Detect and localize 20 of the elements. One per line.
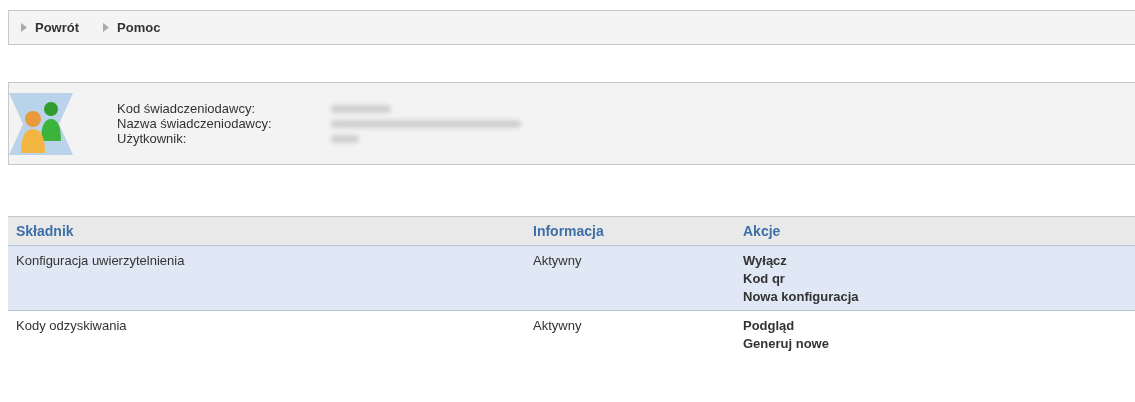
triangle-icon (21, 23, 27, 32)
table-cell-text: Konfiguracja uwierzytelnienia (15, 252, 186, 270)
nav-link[interactable]: Powrót (21, 17, 80, 38)
column-header: Akcje (742, 221, 782, 241)
table-cell-text: Aktywny (532, 317, 583, 335)
table-cell-text: Kody odzyskiwania (15, 317, 128, 335)
column-header: Składnik (15, 221, 75, 241)
action-link[interactable]: Podgląd (743, 317, 795, 335)
action-link[interactable]: Generuj nowe (743, 335, 829, 353)
action-link[interactable]: Kod qr (743, 270, 785, 288)
table-row[interactable]: Konfiguracja uwierzytelnienia Aktywny Wyłącz Kod qr Nowa konfiguracja (8, 245, 1135, 310)
action-link[interactable]: Nowa konfiguracja (743, 288, 859, 306)
nav-link[interactable]: Pomoc (103, 17, 161, 38)
table-cell-text: Aktywny (532, 252, 583, 270)
action-link[interactable]: Wyłącz (743, 252, 787, 270)
field-label: Użytkownik: (117, 131, 188, 146)
column-header: Informacja (532, 221, 605, 241)
triangle-icon (103, 23, 110, 32)
field-label: Nazwa świadczeniodawcy: (117, 116, 273, 131)
field-label: Kod świadczeniodawcy: (117, 101, 257, 116)
